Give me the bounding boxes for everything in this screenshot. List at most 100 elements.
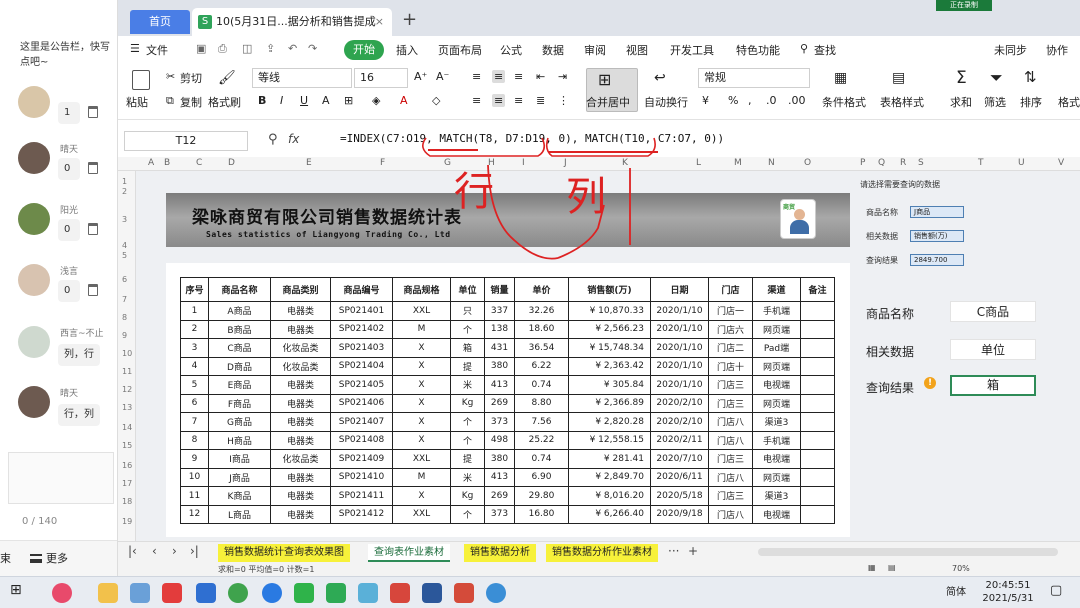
align-top-icon[interactable]: ≡	[472, 70, 481, 83]
table-cell[interactable]	[800, 319, 835, 339]
table-cell[interactable]: 电器类	[270, 393, 331, 413]
more-sheets-icon[interactable]: ···	[668, 544, 679, 558]
font-name-select[interactable]: 等线	[252, 68, 352, 88]
end-button[interactable]: 束	[0, 550, 11, 566]
table-cell[interactable]: 个	[450, 504, 485, 524]
table-cell[interactable]: ¥ 12,558.15	[568, 430, 651, 450]
collab-button[interactable]: 协作	[1046, 42, 1068, 58]
row-header[interactable]: 18	[122, 497, 132, 506]
table-cell[interactable]: 门店三	[708, 486, 753, 506]
trash-icon[interactable]	[88, 162, 98, 174]
table-cell[interactable]: ¥ 305.84	[568, 375, 651, 395]
table-cell[interactable]	[800, 412, 835, 432]
copy-icon[interactable]: ⧉	[166, 94, 174, 108]
row-header[interactable]: 17	[122, 479, 132, 488]
table-cell[interactable]: 电器类	[270, 430, 331, 450]
table-cell[interactable]: ¥ 2,566.23	[568, 319, 651, 339]
table-cell[interactable]: 373	[484, 412, 515, 432]
table-cell[interactable]: 电器类	[270, 467, 331, 487]
table-cell[interactable]: Kg	[450, 486, 485, 506]
table-cell[interactable]	[800, 375, 835, 395]
app-icon[interactable]	[326, 583, 346, 603]
mini-value[interactable]: J商品	[910, 206, 964, 218]
table-cell[interactable]: 门店三	[708, 375, 753, 395]
table-cell[interactable]: 29.80	[514, 486, 569, 506]
table-cell[interactable]: 2020/9/18	[650, 504, 709, 524]
column-header[interactable]: F	[380, 158, 385, 168]
table-header[interactable]: 门店	[708, 277, 753, 302]
table-cell[interactable]: 2020/1/10	[650, 338, 709, 358]
cond-format-button[interactable]: 条件格式	[822, 94, 866, 110]
sheet-tab[interactable]: 销售数据分析作业素材	[546, 544, 658, 562]
table-cell[interactable]: XXL	[392, 449, 451, 469]
table-cell[interactable]: ¥ 2,849.70	[568, 467, 651, 487]
menu-insert[interactable]: 插入	[396, 42, 418, 58]
table-header[interactable]: 商品规格	[392, 277, 451, 302]
search-icon[interactable]: ⚲	[800, 42, 808, 55]
wechat-icon[interactable]	[294, 583, 314, 603]
table-cell[interactable]: 2	[180, 319, 209, 339]
table-cell[interactable]: 电器类	[270, 412, 331, 432]
table-cell[interactable]: 373	[484, 504, 515, 524]
table-cell[interactable]: 2020/1/10	[650, 319, 709, 339]
row-header[interactable]: 10	[122, 349, 132, 358]
fx-icon[interactable]: fx	[288, 132, 299, 146]
sheet-tab[interactable]: 销售数据统计查询表效果图	[218, 544, 350, 562]
format-painter-icon[interactable]: 🖌	[218, 70, 236, 86]
avatar[interactable]	[18, 203, 50, 235]
table-cell[interactable]: X	[392, 430, 451, 450]
table-cell[interactable]: 3	[180, 338, 209, 358]
currency-icon[interactable]: ¥	[702, 94, 709, 107]
table-cell[interactable]: 18.60	[514, 319, 569, 339]
table-cell[interactable]: X	[392, 356, 451, 376]
font-size-select[interactable]: 16	[354, 68, 408, 88]
column-header[interactable]: T	[978, 158, 984, 168]
border-icon[interactable]: ⊞	[344, 94, 353, 107]
table-cell[interactable]: 电视端	[752, 449, 801, 469]
table-cell[interactable]: A商品	[208, 301, 271, 321]
table-cell[interactable]: 电器类	[270, 319, 331, 339]
table-cell[interactable]	[800, 301, 835, 321]
more-button[interactable]: 更多	[30, 550, 68, 566]
table-cell[interactable]: 个	[450, 412, 485, 432]
column-header[interactable]: B	[164, 158, 170, 168]
avatar[interactable]	[18, 264, 50, 296]
column-header[interactable]: Q	[878, 158, 885, 168]
table-cell[interactable]: 米	[450, 467, 485, 487]
row-header[interactable]: 6	[122, 275, 127, 284]
menu-file[interactable]: 文件	[146, 42, 168, 58]
table-cell[interactable]: 手机端	[752, 430, 801, 450]
table-cell[interactable]: 7.56	[514, 412, 569, 432]
table-cell[interactable]: ¥ 15,748.34	[568, 338, 651, 358]
table-cell[interactable]: SP021408	[330, 430, 393, 450]
table-cell[interactable]: M	[392, 467, 451, 487]
table-cell[interactable]: X	[392, 338, 451, 358]
table-cell[interactable]: Pad端	[752, 338, 801, 358]
query-name-input[interactable]: C商品	[950, 301, 1036, 322]
menu-start[interactable]: 开始	[344, 40, 384, 60]
table-cell[interactable]: 4	[180, 356, 209, 376]
row-header[interactable]: 8	[122, 313, 127, 322]
table-cell[interactable]: 网页端	[752, 467, 801, 487]
table-cell[interactable]: 25.22	[514, 430, 569, 450]
print-icon[interactable]: ⎙	[218, 42, 227, 56]
query-data-input[interactable]: 单位	[950, 339, 1036, 360]
table-cell[interactable]: 1	[180, 301, 209, 321]
first-sheet-icon[interactable]: |‹	[128, 544, 137, 558]
table-cell[interactable]: 提	[450, 356, 485, 376]
align-middle-icon[interactable]: ≡	[492, 70, 506, 83]
sheet-tab[interactable]: 销售数据分析	[464, 544, 536, 562]
preview-icon[interactable]: ◫	[242, 42, 252, 55]
font-shrink-icon[interactable]: A⁻	[436, 70, 449, 83]
app-icon[interactable]	[454, 583, 474, 603]
table-cell[interactable]: SP021410	[330, 467, 393, 487]
thousands-icon[interactable]: ,	[748, 94, 752, 107]
table-cell[interactable]	[800, 393, 835, 413]
table-cell[interactable]: SP021409	[330, 449, 393, 469]
table-cell[interactable]: C商品	[208, 338, 271, 358]
table-cell[interactable]: SP021411	[330, 486, 393, 506]
table-cell[interactable]	[800, 486, 835, 506]
table-cell[interactable]: 门店六	[708, 319, 753, 339]
prev-sheet-icon[interactable]: ‹	[152, 544, 157, 558]
column-header[interactable]: L	[696, 158, 701, 168]
